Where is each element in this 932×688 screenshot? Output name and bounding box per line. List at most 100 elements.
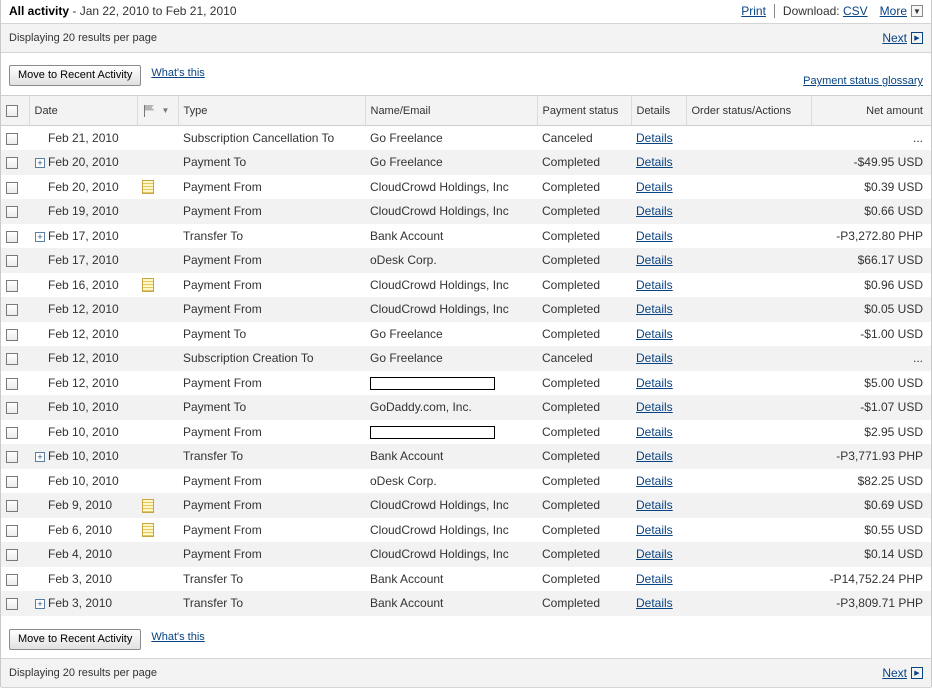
date-cell: + Feb 20, 2010 [29,150,137,175]
row-checkbox[interactable] [6,255,18,268]
row-checkbox[interactable] [6,598,18,611]
name-cell: CloudCrowd Holdings, Inc [365,199,537,224]
select-all-checkbox[interactable] [6,104,18,117]
details-cell: Details [631,371,686,396]
move-to-recent-button-bottom[interactable]: Move to Recent Activity [9,628,142,650]
paging-bar-top: Displaying 20 results per page Next ▶ [1,23,931,53]
col-flag[interactable]: ▼ [137,95,179,126]
order-status-cell [686,175,811,200]
next-link[interactable]: Next [882,31,907,45]
row-checkbox[interactable] [6,377,18,390]
details-link[interactable]: Details [636,155,673,169]
row-checkbox[interactable] [6,304,18,317]
col-payment-status[interactable]: Payment status [537,95,632,126]
date-cell: Feb 16, 2010 [29,273,137,298]
row-checkbox[interactable] [6,279,18,292]
note-cell [137,371,178,396]
details-link[interactable]: Details [636,449,673,463]
row-checkbox[interactable] [6,451,18,464]
details-link[interactable]: Details [636,547,673,561]
details-link[interactable]: Details [636,498,673,512]
csv-link[interactable]: CSV [843,4,868,18]
name-value: CloudCrowd Holdings, Inc [370,522,509,537]
name-cell: CloudCrowd Holdings, Inc [365,518,537,543]
col-net-amount[interactable]: Net amount [811,95,931,126]
plus-box-icon[interactable]: + [35,158,45,169]
type-cell: Payment From [178,297,365,322]
table-row: Feb 12, 2010 Payment From CloudCrowd Holdi… [1,297,931,322]
row-checkbox[interactable] [6,426,18,439]
row-checkbox[interactable] [6,524,18,537]
row-select-cell [1,444,29,469]
whats-this-link-bottom[interactable]: What's this [151,631,204,643]
row-checkbox[interactable] [6,353,18,366]
name-value: Go Freelance [370,326,443,341]
move-to-recent-button[interactable]: Move to Recent Activity [9,64,142,86]
payment-status-glossary-link[interactable]: Payment status glossary [803,75,923,87]
row-checkbox[interactable] [6,132,18,145]
details-link[interactable]: Details [636,572,673,586]
whats-this-link[interactable]: What's this [151,67,204,79]
row-checkbox[interactable] [6,206,18,219]
row-select-cell [1,591,29,616]
details-link[interactable]: Details [636,474,673,488]
details-link[interactable]: Details [636,204,673,218]
details-link[interactable]: Details [636,351,673,365]
row-checkbox[interactable] [6,549,18,562]
row-checkbox[interactable] [6,181,18,194]
next-arrow-icon[interactable]: ▶ [911,32,923,44]
details-link[interactable]: Details [636,596,673,610]
more-link[interactable]: More [880,4,907,18]
plus-box-icon[interactable]: + [35,452,45,463]
next-link-bottom[interactable]: Next [882,666,907,680]
name-cell: Bank Account [365,444,537,469]
details-link[interactable]: Details [636,523,673,537]
note-icon[interactable] [142,523,154,538]
details-link[interactable]: Details [636,425,673,439]
details-link[interactable]: Details [636,229,673,243]
row-checkbox[interactable] [6,500,18,513]
date-value: Feb 3, 2010 [48,596,113,611]
note-cell [137,420,178,445]
details-link[interactable]: Details [636,131,673,145]
next-control-bottom[interactable]: Next ▶ [882,666,923,680]
chevron-down-icon[interactable]: ▼ [911,5,923,17]
date-cell: Feb 12, 2010 [29,371,137,396]
table-row: Feb 16, 2010 Payment From CloudCrowd Holdi… [1,273,931,298]
name-value: CloudCrowd Holdings, Inc [370,498,509,513]
col-type[interactable]: Type [178,95,366,126]
note-icon[interactable] [142,180,154,195]
row-checkbox[interactable] [6,328,18,341]
details-link[interactable]: Details [636,302,673,316]
row-checkbox[interactable] [6,402,18,415]
note-icon[interactable] [142,498,154,513]
chevron-down-icon[interactable]: ▼ [162,106,170,115]
next-arrow-icon[interactable]: ▶ [911,667,923,679]
plus-box-icon[interactable]: + [35,231,45,242]
print-link[interactable]: Print [741,4,766,18]
row-checkbox[interactable] [6,157,18,170]
date-value: Feb 17, 2010 [48,228,119,243]
order-status-cell [686,297,811,322]
details-link[interactable]: Details [636,253,673,267]
plus-box-icon[interactable]: + [35,599,45,610]
col-name-email[interactable]: Name/Email [365,95,538,126]
details-link[interactable]: Details [636,400,673,414]
row-checkbox[interactable] [6,573,18,586]
name-value: Bank Account [370,449,444,464]
col-date[interactable]: Date [29,95,138,126]
details-link[interactable]: Details [636,180,673,194]
status-cell: Completed [537,248,631,273]
date-value: Feb 20, 2010 [48,179,119,194]
row-checkbox[interactable] [6,475,18,488]
next-control[interactable]: Next ▶ [882,31,923,45]
row-checkbox[interactable] [6,230,18,243]
details-link[interactable]: Details [636,376,673,390]
name-cell: Go Freelance [365,346,537,371]
details-link[interactable]: Details [636,278,673,292]
note-icon[interactable] [142,278,154,293]
type-cell: Payment From [183,375,262,390]
details-link[interactable]: Details [636,327,673,341]
type-cell: Payment From [178,248,365,273]
details-cell: Details [631,493,686,518]
